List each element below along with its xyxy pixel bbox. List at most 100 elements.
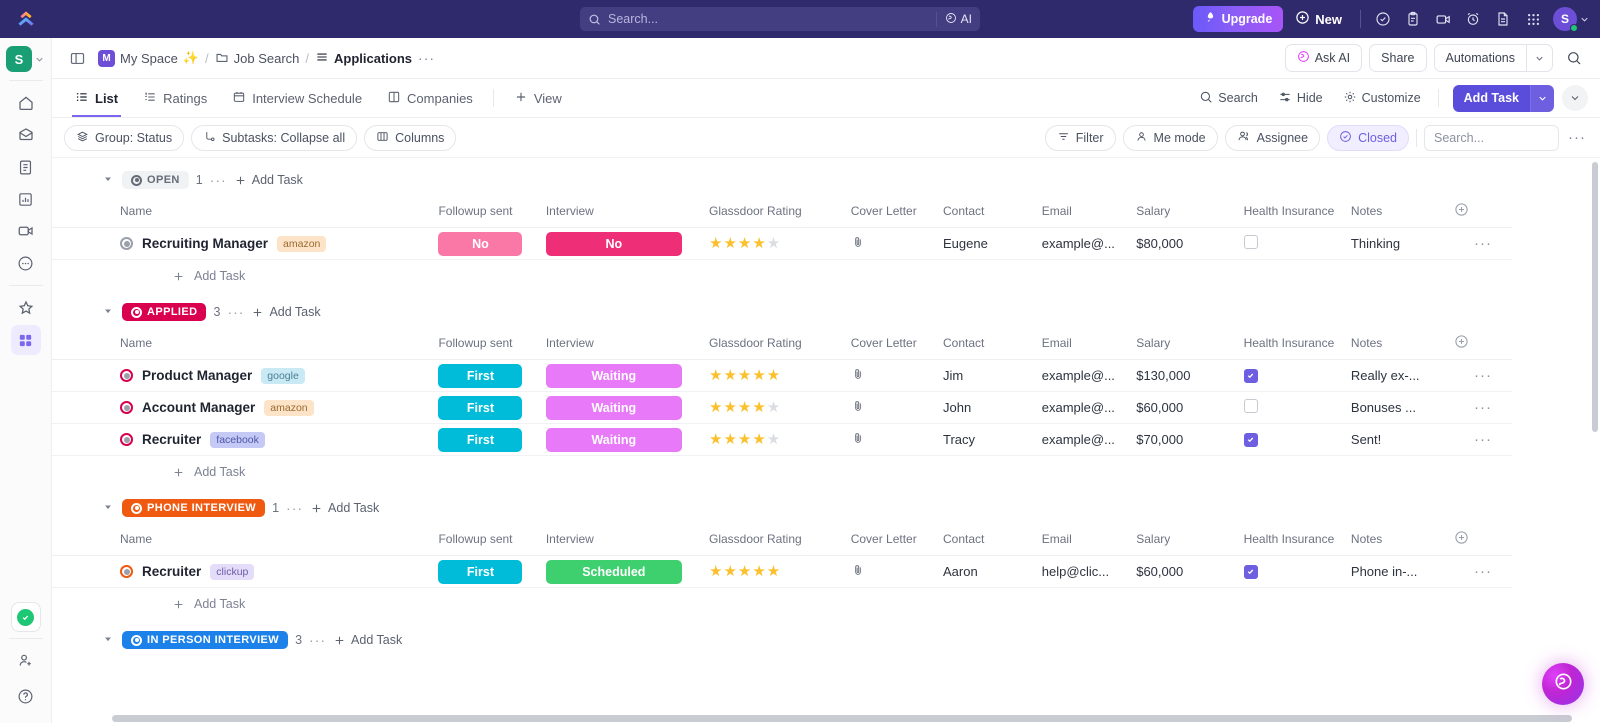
add-task-row[interactable]: Add Task <box>52 260 1600 292</box>
group-by-button[interactable]: Group: Status <box>64 124 185 151</box>
contact-cell[interactable]: Aaron <box>943 555 1042 588</box>
table-row[interactable]: Account Manager amazon First Waiting ★ ★ ★ ★ ★ Jo… <box>52 391 1512 424</box>
table-row[interactable]: Recruiter facebook First Waiting ★ ★ ★ ★ ★ Tracy e… <box>52 423 1512 456</box>
health-insurance-checkbox[interactable] <box>1243 235 1258 249</box>
health-insurance-cell[interactable] <box>1243 555 1351 588</box>
search-ai-button[interactable]: AI <box>935 11 972 27</box>
column-header[interactable]: Salary <box>1136 328 1244 360</box>
star-icon[interactable]: ★ <box>767 400 780 415</box>
star-icon[interactable]: ★ <box>752 564 765 579</box>
column-header[interactable]: Contact <box>943 328 1042 360</box>
star-icon[interactable]: ★ <box>709 564 722 579</box>
automations-chevron-down-icon[interactable] <box>1526 45 1552 71</box>
column-header[interactable]: Email <box>1041 524 1137 556</box>
horizontal-scrollbar[interactable] <box>112 715 1572 722</box>
group-overflow-icon[interactable]: ··· <box>227 304 244 320</box>
row-actions-cell[interactable]: ··· <box>1453 391 1512 424</box>
contact-cell[interactable]: Jim <box>943 359 1042 392</box>
add-column-header[interactable] <box>1453 328 1512 360</box>
health-insurance-cell[interactable] <box>1243 423 1351 456</box>
glassdoor-rating-cell[interactable]: ★ ★ ★ ★ ★ <box>708 227 851 260</box>
group-status-chip[interactable]: APPLIED <box>122 303 207 321</box>
glassdoor-rating-cell[interactable]: ★ ★ ★ ★ ★ <box>708 423 851 456</box>
row-actions-cell[interactable]: ··· <box>1453 359 1512 392</box>
followup-sent-cell[interactable]: First <box>438 359 546 392</box>
star-icon[interactable]: ★ <box>767 236 780 251</box>
health-insurance-cell[interactable] <box>1243 227 1351 260</box>
list-search-input[interactable]: Search... <box>1424 124 1559 151</box>
cover-letter-cell[interactable] <box>850 227 943 260</box>
sidebar-item-clips[interactable] <box>11 216 41 246</box>
tab-interview-schedule[interactable]: Interview Schedule <box>221 79 373 117</box>
star-icon[interactable]: ★ <box>752 400 765 415</box>
invite-user-icon[interactable] <box>11 645 41 675</box>
column-header[interactable]: Health Insurance <box>1243 196 1351 228</box>
share-button[interactable]: Share <box>1369 44 1427 72</box>
task-tag[interactable]: amazon <box>277 235 327 252</box>
email-cell[interactable]: example@... <box>1041 423 1137 456</box>
view-search-button[interactable]: Search <box>1190 84 1267 112</box>
followup-sent-cell[interactable]: First <box>438 423 546 456</box>
sidebar-item-home[interactable] <box>11 88 41 118</box>
column-header[interactable]: Interview <box>545 524 709 556</box>
sidebar-item-dashboards[interactable] <box>11 184 41 214</box>
ellipsis-icon[interactable]: ··· <box>1474 399 1492 416</box>
health-insurance-checkbox[interactable] <box>1243 564 1258 579</box>
star-icon[interactable]: ★ <box>752 236 765 251</box>
interview-cell[interactable]: No <box>545 227 709 260</box>
notes-cell[interactable]: Sent! <box>1350 423 1454 456</box>
sidebar-item-apps[interactable] <box>10 325 41 355</box>
column-header[interactable]: Followup sent <box>438 328 546 360</box>
task-check-icon[interactable] <box>10 602 41 632</box>
cover-letter-cell[interactable] <box>850 359 943 392</box>
star-icon[interactable]: ★ <box>723 400 736 415</box>
task-status-ring-icon[interactable] <box>120 433 133 446</box>
check-circle-icon[interactable] <box>1369 5 1397 33</box>
column-header[interactable]: Health Insurance <box>1243 524 1351 556</box>
column-header[interactable]: Glassdoor Rating <box>708 196 851 228</box>
tab-ratings[interactable]: Ratings <box>132 79 218 117</box>
group-add-task-button[interactable]: Add Task <box>251 305 321 319</box>
group-status-chip[interactable]: OPEN <box>122 171 189 189</box>
breadcrumb-space[interactable]: M My Space ✨ <box>98 49 199 67</box>
row-actions-cell[interactable]: ··· <box>1453 423 1512 456</box>
task-name-cell[interactable]: Account Manager amazon <box>52 391 439 424</box>
column-header[interactable]: Cover Letter <box>850 328 943 360</box>
toggle-sidebar-icon[interactable] <box>64 45 90 71</box>
notes-cell[interactable]: Really ex-... <box>1350 359 1454 392</box>
video-clip-icon[interactable] <box>1429 5 1457 33</box>
task-tag[interactable]: facebook <box>210 431 265 448</box>
table-row[interactable]: Recruiting Manager amazon No No ★ ★ ★ ★ ★ Eugene e… <box>52 227 1512 260</box>
followup-sent-cell[interactable]: No <box>438 227 546 260</box>
tab-companies[interactable]: Companies <box>376 79 484 117</box>
ellipsis-icon[interactable]: ··· <box>1474 563 1492 580</box>
row-actions-cell[interactable]: ··· <box>1453 555 1512 588</box>
column-header[interactable]: Interview <box>545 196 709 228</box>
health-insurance-checkbox[interactable] <box>1243 368 1258 383</box>
tab-list[interactable]: List <box>64 79 129 117</box>
paperclip-icon[interactable] <box>851 563 865 577</box>
group-collapse-caret-icon[interactable] <box>103 306 115 318</box>
column-header[interactable]: Notes <box>1350 328 1454 360</box>
health-insurance-checkbox[interactable] <box>1243 399 1258 413</box>
column-header[interactable]: Contact <box>943 524 1042 556</box>
email-cell[interactable]: example@... <box>1041 359 1137 392</box>
add-task-row[interactable]: Add Task <box>52 588 1600 620</box>
ellipsis-icon[interactable]: ··· <box>1474 235 1492 252</box>
column-header[interactable]: Notes <box>1350 196 1454 228</box>
column-header[interactable]: Email <box>1041 196 1137 228</box>
column-header[interactable]: Email <box>1041 328 1137 360</box>
task-name-cell[interactable]: Recruiting Manager amazon <box>52 227 439 260</box>
glassdoor-rating-cell[interactable]: ★ ★ ★ ★ ★ <box>708 391 851 424</box>
group-status-chip[interactable]: IN PERSON INTERVIEW <box>122 631 289 649</box>
task-tag[interactable]: amazon <box>264 399 314 416</box>
column-header[interactable]: Health Insurance <box>1243 328 1351 360</box>
star-icon[interactable]: ★ <box>752 432 765 447</box>
interview-cell[interactable]: Waiting <box>545 391 709 424</box>
followup-sent-cell[interactable]: First <box>438 555 546 588</box>
contact-cell[interactable]: John <box>943 391 1042 424</box>
group-collapse-caret-icon[interactable] <box>103 502 115 514</box>
add-task-row[interactable]: Add Task <box>52 456 1600 488</box>
column-header[interactable]: Cover Letter <box>850 524 943 556</box>
group-overflow-icon[interactable]: ··· <box>210 172 227 188</box>
